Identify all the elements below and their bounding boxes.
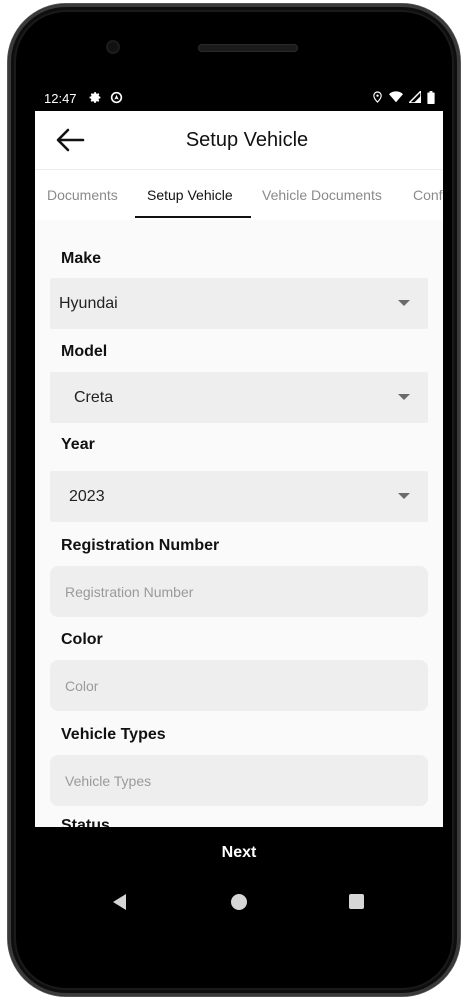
status-time: 12:47 [44,91,77,106]
year-dropdown[interactable]: 2023 [50,471,428,522]
page-title: Setup Vehicle [185,129,309,151]
color-input[interactable] [50,660,428,711]
form-content: Make Hyundai Model Creta Year 2023 Regis… [35,220,443,827]
wifi-icon [389,91,403,106]
status-label: Status [61,817,110,827]
dropdown-caret-icon [398,300,410,306]
app-bar: Setup Vehicle [35,111,443,169]
camera-icon [108,42,118,52]
registration-label: Registration Number [61,537,220,554]
signal-icon [407,89,422,106]
gear-icon [89,91,102,107]
app-screen: 12:47 Setup Vehicle Documents Setup Vehi… [35,86,443,827]
registration-number-input[interactable] [50,566,428,617]
battery-icon [427,90,435,107]
location-pin-icon [372,90,383,107]
model-label: Model [61,343,108,360]
status-bar: 12:47 [35,86,443,111]
next-button[interactable]: Next [35,827,443,879]
nav-home-icon[interactable] [231,894,247,910]
android-nav-bar [35,880,443,924]
color-label: Color [61,631,103,648]
tab-confirmation[interactable]: Conf [413,170,443,220]
status-right-icons [372,89,435,107]
tab-bar: Documents Setup Vehicle Vehicle Document… [35,170,443,220]
model-dropdown[interactable]: Creta [50,372,428,423]
make-label: Make [61,250,102,267]
dropdown-caret-icon [398,493,410,499]
dropdown-caret-icon [398,394,410,400]
vehicle-types-label: Vehicle Types [61,726,166,743]
nav-back-icon[interactable] [113,894,126,910]
model-value: Creta [74,389,114,406]
year-label: Year [61,436,95,453]
location-icon [110,91,123,107]
tab-vehicle-documents[interactable]: Vehicle Documents [262,170,382,220]
nav-recents-icon[interactable] [349,894,364,909]
tab-setup-vehicle[interactable]: Setup Vehicle [147,170,233,220]
make-dropdown[interactable]: Hyundai [50,278,428,329]
tab-documents[interactable]: Documents [47,170,118,220]
vehicle-types-input[interactable] [50,755,428,806]
year-value: 2023 [69,488,105,505]
make-value: Hyundai [59,295,118,312]
speaker-grille [198,44,298,52]
active-tab-indicator [135,216,251,218]
